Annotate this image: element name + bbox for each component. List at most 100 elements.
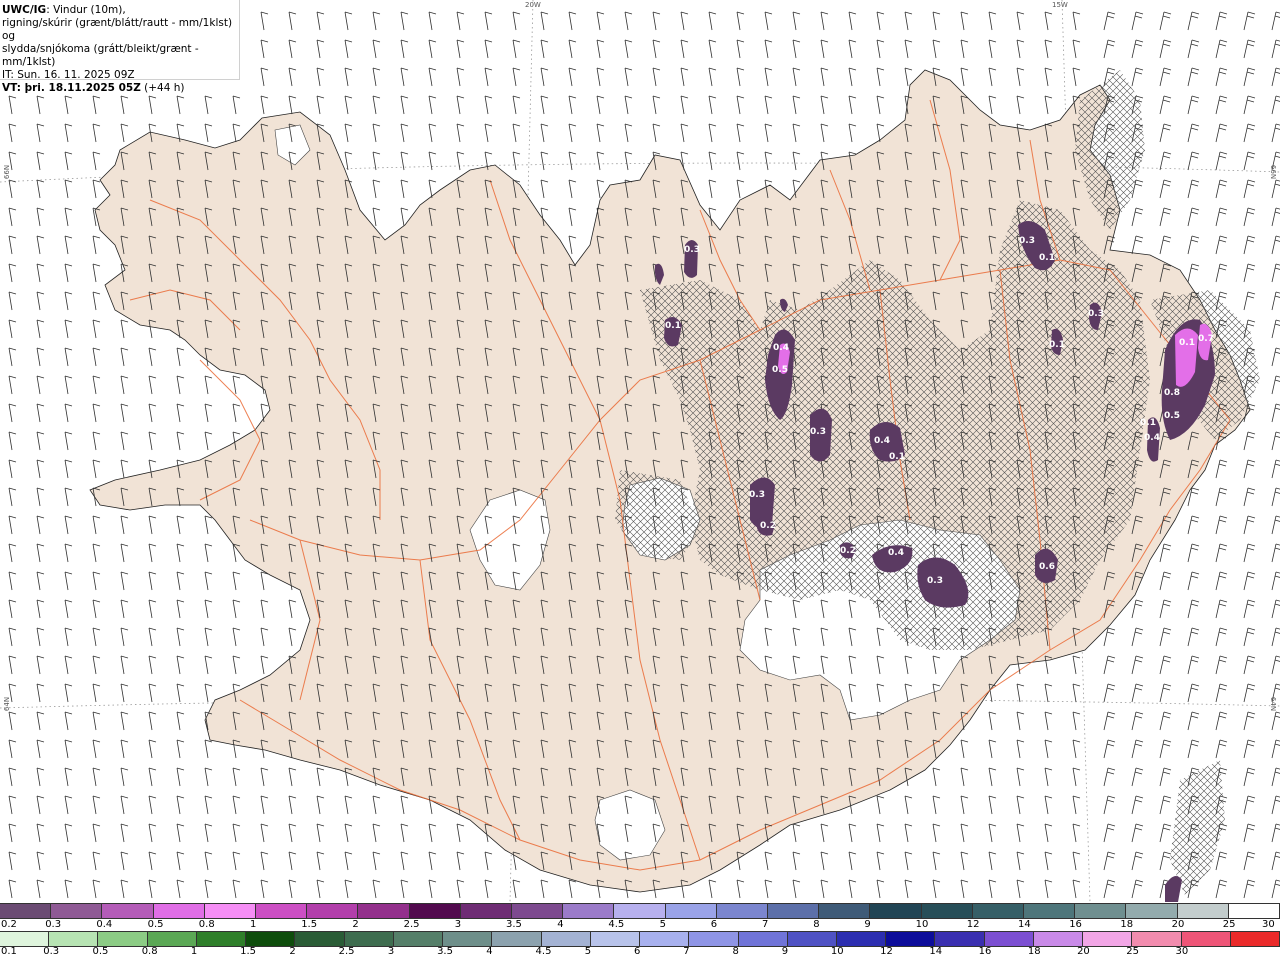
scale-tick-label: 0.8 <box>198 919 215 930</box>
precip-value: 0.1 <box>889 452 905 462</box>
scale-tick-label: 0.8 <box>141 946 158 957</box>
scale-tick-label: 20 <box>1171 919 1185 930</box>
scale-tick-label: 4 <box>557 919 564 930</box>
scale-tick-label: 3.5 <box>506 919 522 930</box>
scale-tick-label: 0.3 <box>43 946 60 957</box>
scale-swatch <box>1230 932 1280 946</box>
snow-description: slydda/snjókoma (grátt/bleikt/grænt - mm… <box>2 43 199 68</box>
precip-value: 0.1 <box>1179 338 1195 348</box>
precip-value: 0.1 <box>1140 418 1156 428</box>
precip-value: 0.4 <box>773 343 789 353</box>
scale-tick-label: 7 <box>762 919 769 930</box>
scale-tick-label: 10 <box>830 946 844 957</box>
scale-tick-label: 8 <box>732 946 739 957</box>
scale-tick-label: 16 <box>1069 919 1082 930</box>
scale-swatch <box>819 904 871 918</box>
title-line: UWC/IG: Vindur (10m), <box>2 4 239 17</box>
rain-description: rigning/skúrir (grænt/blátt/rautt - mm/1… <box>2 17 233 42</box>
valid-time: VT: þri. 18.11.2025 05Z <box>2 82 141 94</box>
scale-tick-label: 2.5 <box>403 919 420 930</box>
precip-value: 0.4 <box>874 436 890 446</box>
scale-tick-label: 6 <box>634 946 641 957</box>
forecast-map: 0.3 0.1 0.3 0.1 0.4 0.5 0.3 0.4 0.1 0.3 … <box>0 0 1280 902</box>
lon-label-15w: 15W <box>1052 1 1068 9</box>
scale-swatch <box>768 904 820 918</box>
scale-swatch <box>358 904 410 918</box>
scale-tick-label: 10 <box>915 919 929 930</box>
precip-value: 0.3 <box>927 576 943 586</box>
scale-tick-label: 9 <box>781 946 789 957</box>
precip-value: 0.1 <box>1049 340 1065 350</box>
scale-tick-label: 8 <box>813 919 820 930</box>
scale-tick-label: 4.5 <box>535 946 552 957</box>
scale-tick-label: 0.1 <box>1 946 17 957</box>
rain-color-scale <box>0 931 1280 947</box>
scale-swatch <box>590 932 641 946</box>
scale-swatch <box>935 932 985 946</box>
model-name: UWC/IG <box>2 4 47 16</box>
scale-swatch <box>147 932 197 946</box>
scale-tick-label: 18 <box>1120 919 1134 930</box>
scale-swatch <box>1228 904 1280 918</box>
scale-swatch <box>972 904 1025 918</box>
scale-swatch <box>0 904 52 918</box>
precip-value: 0.4 <box>1144 433 1160 443</box>
scale-swatch <box>640 932 690 946</box>
title-text: : Vindur (10m), <box>46 4 126 16</box>
scale-swatch <box>1083 932 1133 946</box>
scale-tick-label: 9 <box>864 919 871 930</box>
scale-swatch <box>409 904 461 918</box>
scale-swatch <box>295 932 345 946</box>
scale-swatch <box>98 932 148 946</box>
precip-value: 0.5 <box>772 365 788 375</box>
scale-swatch <box>344 932 394 946</box>
precip-value: 0.2 <box>840 546 856 556</box>
scale-swatch <box>787 932 837 946</box>
rain-scale-ticks: 0.1 0.3 0.5 0.8 1 1.5 2 2.5 3 3.5 4 4.5 5 6 7 8 9 10 12 14 1… <box>0 946 1280 958</box>
scale-swatch <box>921 904 973 918</box>
scale-tick-label: 2 <box>352 919 359 930</box>
precip-value: 0.3 <box>684 245 700 255</box>
scale-swatch <box>886 932 936 946</box>
scale-swatch <box>1181 932 1231 946</box>
scale-tick-label: 5 <box>659 919 666 930</box>
scale-tick-label: 7 <box>683 946 690 957</box>
scale-swatch <box>51 904 103 918</box>
scale-tick-label: 0.3 <box>45 919 62 930</box>
lat-label-64n-right: 64N <box>1269 696 1278 712</box>
precip-value: 0.3 <box>749 490 765 500</box>
scale-tick-label: 5 <box>584 946 592 957</box>
scale-tick-label: 2.5 <box>338 946 355 957</box>
scale-swatch <box>984 932 1034 946</box>
scale-tick-label: 1 <box>250 919 257 930</box>
scale-swatch <box>204 904 257 918</box>
scale-tick-label: 18 <box>1027 946 1041 957</box>
scale-tick-label: 12 <box>880 946 893 957</box>
scale-tick-label: 0.5 <box>92 946 109 957</box>
precip-value: 0.1 <box>1039 253 1055 263</box>
precip-value: 0.3 <box>1088 309 1104 319</box>
scale-swatch <box>393 932 444 946</box>
precip-value: 0.7 <box>1198 334 1214 344</box>
scale-swatch <box>665 904 717 918</box>
scale-swatch <box>460 904 513 918</box>
scale-swatch <box>49 932 99 946</box>
scale-swatch <box>443 932 493 946</box>
precip-value: 0.5 <box>1164 411 1180 421</box>
scale-swatch <box>246 932 296 946</box>
precip-value: 0.3 <box>1019 236 1035 246</box>
precip-value: 0.8 <box>1164 388 1180 398</box>
scale-swatch <box>716 904 769 918</box>
scale-tick-label: 1.5 <box>240 946 257 957</box>
scale-swatch <box>102 904 154 918</box>
scale-swatch <box>492 932 542 946</box>
scale-tick-label: 14 <box>929 946 943 957</box>
scale-swatch <box>689 932 739 946</box>
scale-tick-label: 20 <box>1077 946 1090 957</box>
scale-tick-label: 6 <box>710 919 718 930</box>
scale-tick-label: 30 <box>1175 946 1189 957</box>
scale-swatch <box>836 932 887 946</box>
precip-value: 0.1 <box>665 321 681 331</box>
lat-label-64n-left: 64N <box>3 696 12 712</box>
lead-time: (+44 h) <box>140 82 185 94</box>
